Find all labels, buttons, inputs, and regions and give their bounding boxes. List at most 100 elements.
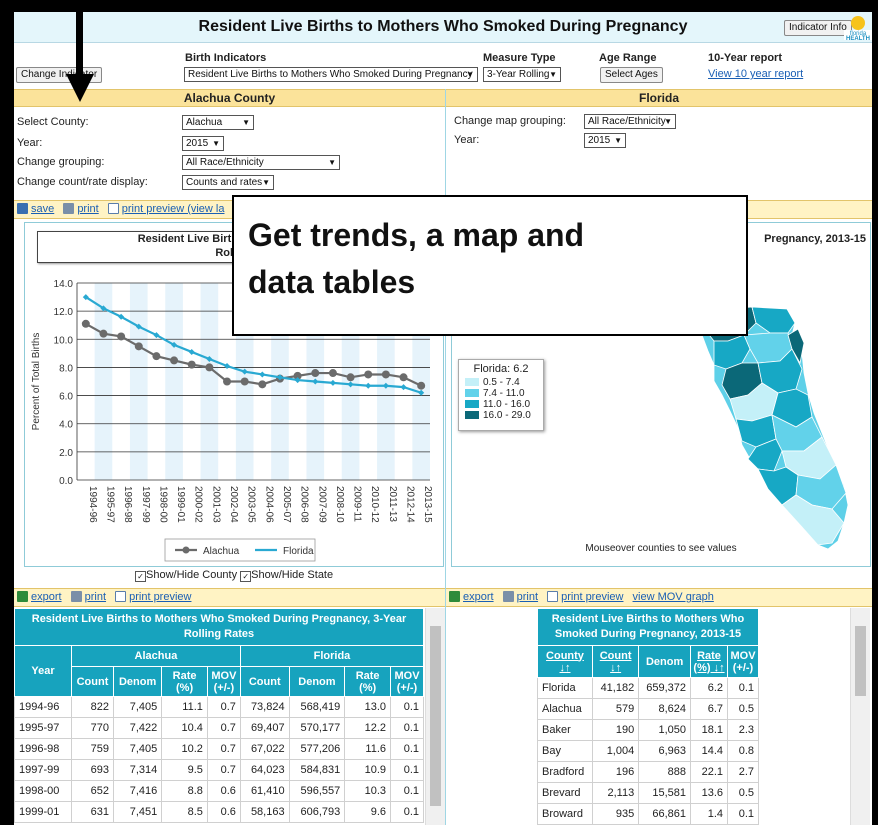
indicator-info-button[interactable]: Indicator Info xyxy=(784,20,852,36)
county-data-table: Resident Live Births to Mothers Who Smok… xyxy=(537,608,759,825)
table-cell: 196 xyxy=(591,761,640,783)
map-grouping-select[interactable]: ▼ All Race/Ethnicity xyxy=(584,114,676,129)
county-table-body: Florida 41,182 659,372 6.2 0.1 Alachua 579 8,62… xyxy=(537,677,759,825)
florida-map-shape[interactable] xyxy=(701,306,849,550)
state-panel-header: Florida xyxy=(446,89,872,107)
data-point xyxy=(206,355,213,362)
print-preview-link-left[interactable]: print preview xyxy=(115,591,191,603)
table-cell: 13.0 xyxy=(344,696,391,718)
show-hide-county-checkbox[interactable]: ✓ Show/Hide County xyxy=(135,569,237,582)
data-point xyxy=(135,323,142,330)
trend-table-scrollbar[interactable] xyxy=(425,608,445,825)
chart-band xyxy=(94,283,113,480)
legend-label: Florida xyxy=(283,546,314,557)
table-cell: Alachua xyxy=(537,698,593,720)
table-row: 1996-98 759 7,405 10.2 0.7 67,022 577,206 11.6 0… xyxy=(14,738,424,760)
print-preview-link-right[interactable]: print preview xyxy=(547,591,623,603)
data-point xyxy=(171,341,178,348)
table-cell: 12.2 xyxy=(344,717,391,739)
legend-swatch xyxy=(465,389,479,397)
scrollbar-thumb[interactable] xyxy=(855,626,866,696)
scrollbar-thumb[interactable] xyxy=(430,626,441,806)
select-ages-button[interactable]: Select Ages xyxy=(600,67,663,83)
export-link-right[interactable]: export xyxy=(449,591,494,603)
table-cell: 584,831 xyxy=(288,759,346,781)
table-cell: 577,206 xyxy=(288,738,346,760)
table-cell: 596,557 xyxy=(288,780,346,802)
excel-icon xyxy=(449,591,460,602)
y-tick-label: 12.0 xyxy=(54,307,74,318)
table-cell: 8.8 xyxy=(161,780,208,802)
table-cell: 0.1 xyxy=(727,677,759,699)
col-county[interactable]: County ↓↑ xyxy=(537,645,593,678)
measure-type-select[interactable]: ▼ 3-Year Rolling xyxy=(483,67,561,82)
print-link[interactable]: print xyxy=(63,203,99,215)
year-select[interactable]: ▼ 2015 xyxy=(182,136,224,151)
x-tick-label: 1997-99 xyxy=(140,486,151,523)
y-tick-label: 2.0 xyxy=(59,448,73,459)
x-tick-label: 1994-96 xyxy=(87,486,98,523)
map-year-select[interactable]: ▼ 2015 xyxy=(584,133,626,148)
print-preview-icon xyxy=(107,203,119,214)
table-cell: 0.1 xyxy=(390,780,424,802)
data-point xyxy=(328,369,337,378)
dropdown-arrow-icon: ▼ xyxy=(614,136,622,145)
col-county-rate[interactable]: Rate (%) ↓↑ xyxy=(690,645,728,678)
mouseover-note: Mouseover counties to see values xyxy=(585,543,737,554)
table-cell: 1996-98 xyxy=(14,738,72,760)
data-point xyxy=(365,382,372,389)
group-header-state: Florida xyxy=(239,645,424,667)
table-cell: 2.7 xyxy=(727,761,759,783)
count-rate-display-select[interactable]: ▼ Counts and rates xyxy=(182,175,274,190)
legend-label: 11.0 - 16.0 xyxy=(483,399,531,410)
table-cell: 0.7 xyxy=(206,696,241,718)
print-preview-icon xyxy=(547,591,559,602)
export-link-left[interactable]: export xyxy=(17,591,62,603)
col-mov: MOV (+/-) xyxy=(206,666,241,697)
table-cell: 67,022 xyxy=(239,738,290,760)
measure-type-value: 3-Year Rolling xyxy=(487,69,550,80)
col-denom: Denom xyxy=(112,666,163,697)
export-label: export xyxy=(463,591,494,603)
table-cell: 631 xyxy=(71,801,114,823)
title-bar: Resident Live Births to Mothers Who Smok… xyxy=(14,12,872,43)
col-rate-state: Rate (%) xyxy=(344,666,391,697)
table-cell: 7,416 xyxy=(112,780,163,802)
trend-table-container: Resident Live Births to Mothers Who Smok… xyxy=(14,608,424,825)
county-table-title: Resident Live Births to Mothers Who Smok… xyxy=(537,608,759,646)
county-select[interactable]: ▼ Alachua xyxy=(182,115,254,130)
annotation-callout: Get trends, a map and data tables xyxy=(232,195,748,336)
county-table-scrollbar[interactable] xyxy=(850,608,870,825)
y-axis-label: Percent of Total Births xyxy=(31,333,42,431)
save-link[interactable]: save xyxy=(17,203,54,215)
table-cell: 0.7 xyxy=(206,717,241,739)
print-preview-link[interactable]: print preview (view la xyxy=(107,203,224,215)
legend-label: 0.5 - 7.4 xyxy=(483,377,520,388)
table-cell: 770 xyxy=(71,717,114,739)
grouping-select[interactable]: ▼ All Race/Ethnicity xyxy=(182,155,340,170)
data-point xyxy=(81,319,90,328)
birth-indicator-select[interactable]: ▼ Resident Live Births to Mothers Who Smo… xyxy=(184,67,478,82)
col-rate: Rate (%) xyxy=(161,666,208,697)
print-link-right[interactable]: print xyxy=(502,591,538,603)
data-point xyxy=(100,305,107,312)
legend-swatch xyxy=(465,400,479,408)
table-row: 1994-96 822 7,405 11.1 0.7 73,824 568,419 13.0 0… xyxy=(14,696,424,718)
table-row: Brevard 2,113 15,581 13.6 0.5 xyxy=(537,782,759,804)
show-hide-state-checkbox[interactable]: ✓ Show/Hide State xyxy=(240,569,333,582)
chart-band xyxy=(200,283,219,480)
age-range-label: Age Range xyxy=(599,52,657,64)
x-tick-label: 2005-07 xyxy=(281,486,292,523)
col-county-count[interactable]: Count ↓↑ xyxy=(591,645,640,678)
print-link-left[interactable]: print xyxy=(70,591,106,603)
county-value: Alachua xyxy=(186,117,223,128)
data-point xyxy=(258,380,267,389)
x-tick-label: 2010-12 xyxy=(369,486,380,523)
table-cell: 22.1 xyxy=(690,761,728,783)
view-mov-graph-link[interactable]: view MOV graph xyxy=(633,591,714,603)
view-ten-year-report-link[interactable]: View 10 year report xyxy=(708,68,803,80)
table-cell: 190 xyxy=(591,719,640,741)
table-cell: 0.1 xyxy=(390,717,424,739)
county-table-container: Resident Live Births to Mothers Who Smok… xyxy=(537,608,759,825)
data-point xyxy=(240,377,249,386)
